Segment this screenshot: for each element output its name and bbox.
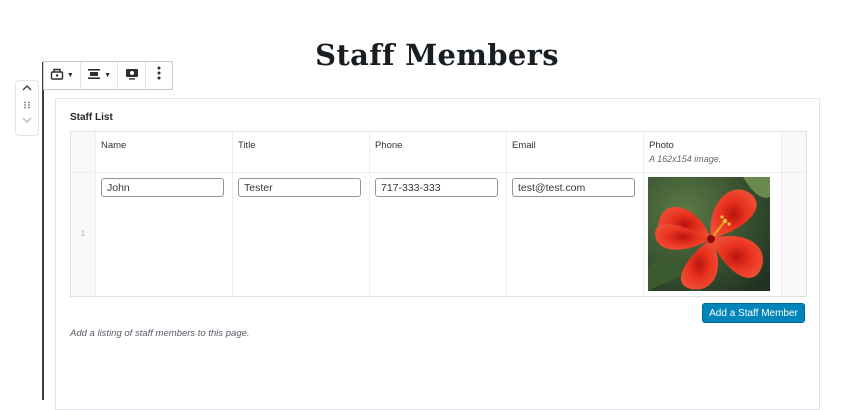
preview-button[interactable] xyxy=(118,62,147,89)
row-handle-column[interactable] xyxy=(71,132,95,296)
align-center-icon xyxy=(87,67,101,85)
chevron-down-icon: ▼ xyxy=(104,72,112,79)
column-divider xyxy=(643,132,644,296)
column-header-email: Email xyxy=(512,140,536,151)
staff-photo[interactable] xyxy=(648,177,770,291)
name-field[interactable] xyxy=(101,178,224,197)
block-help-text: Add a listing of staff members to this p… xyxy=(70,328,250,339)
column-header-title: Title xyxy=(238,140,256,151)
chevron-down-icon[interactable] xyxy=(16,116,38,124)
row-actions-column[interactable] xyxy=(781,132,806,296)
chevron-down-icon: ▼ xyxy=(66,72,74,79)
preview-icon xyxy=(125,67,139,85)
add-staff-member-button[interactable]: Add a Staff Member xyxy=(702,303,805,323)
more-options-button[interactable] xyxy=(146,62,172,89)
block-selected-border xyxy=(42,62,44,400)
align-button[interactable]: ▼ xyxy=(81,62,119,89)
column-divider xyxy=(95,132,96,296)
column-header-photo: Photo xyxy=(649,140,674,151)
photo-size-hint: A 162x154 image. xyxy=(649,154,722,164)
column-header-phone: Phone xyxy=(375,140,403,151)
block-toolbar: ▼ ▼ xyxy=(43,61,173,90)
block-type-icon xyxy=(50,67,64,85)
chevron-up-icon[interactable] xyxy=(16,84,38,92)
title-field[interactable] xyxy=(238,178,361,197)
more-options-icon xyxy=(157,66,161,85)
drag-handle-icon[interactable] xyxy=(16,101,38,109)
staff-repeater-table: Name Title Phone Email Photo A 162x154 i… xyxy=(70,131,807,297)
column-header-name: Name xyxy=(101,140,127,151)
staff-list-label: Staff List xyxy=(70,112,113,123)
column-divider xyxy=(781,132,782,296)
row-number[interactable]: 1 xyxy=(71,229,95,238)
column-divider xyxy=(232,132,233,296)
column-divider xyxy=(369,132,370,296)
block-type-button[interactable]: ▼ xyxy=(44,62,81,89)
email-field[interactable] xyxy=(512,178,635,197)
phone-field[interactable] xyxy=(375,178,498,197)
block-mover xyxy=(15,80,39,136)
header-divider xyxy=(71,172,806,173)
column-divider xyxy=(506,132,507,296)
